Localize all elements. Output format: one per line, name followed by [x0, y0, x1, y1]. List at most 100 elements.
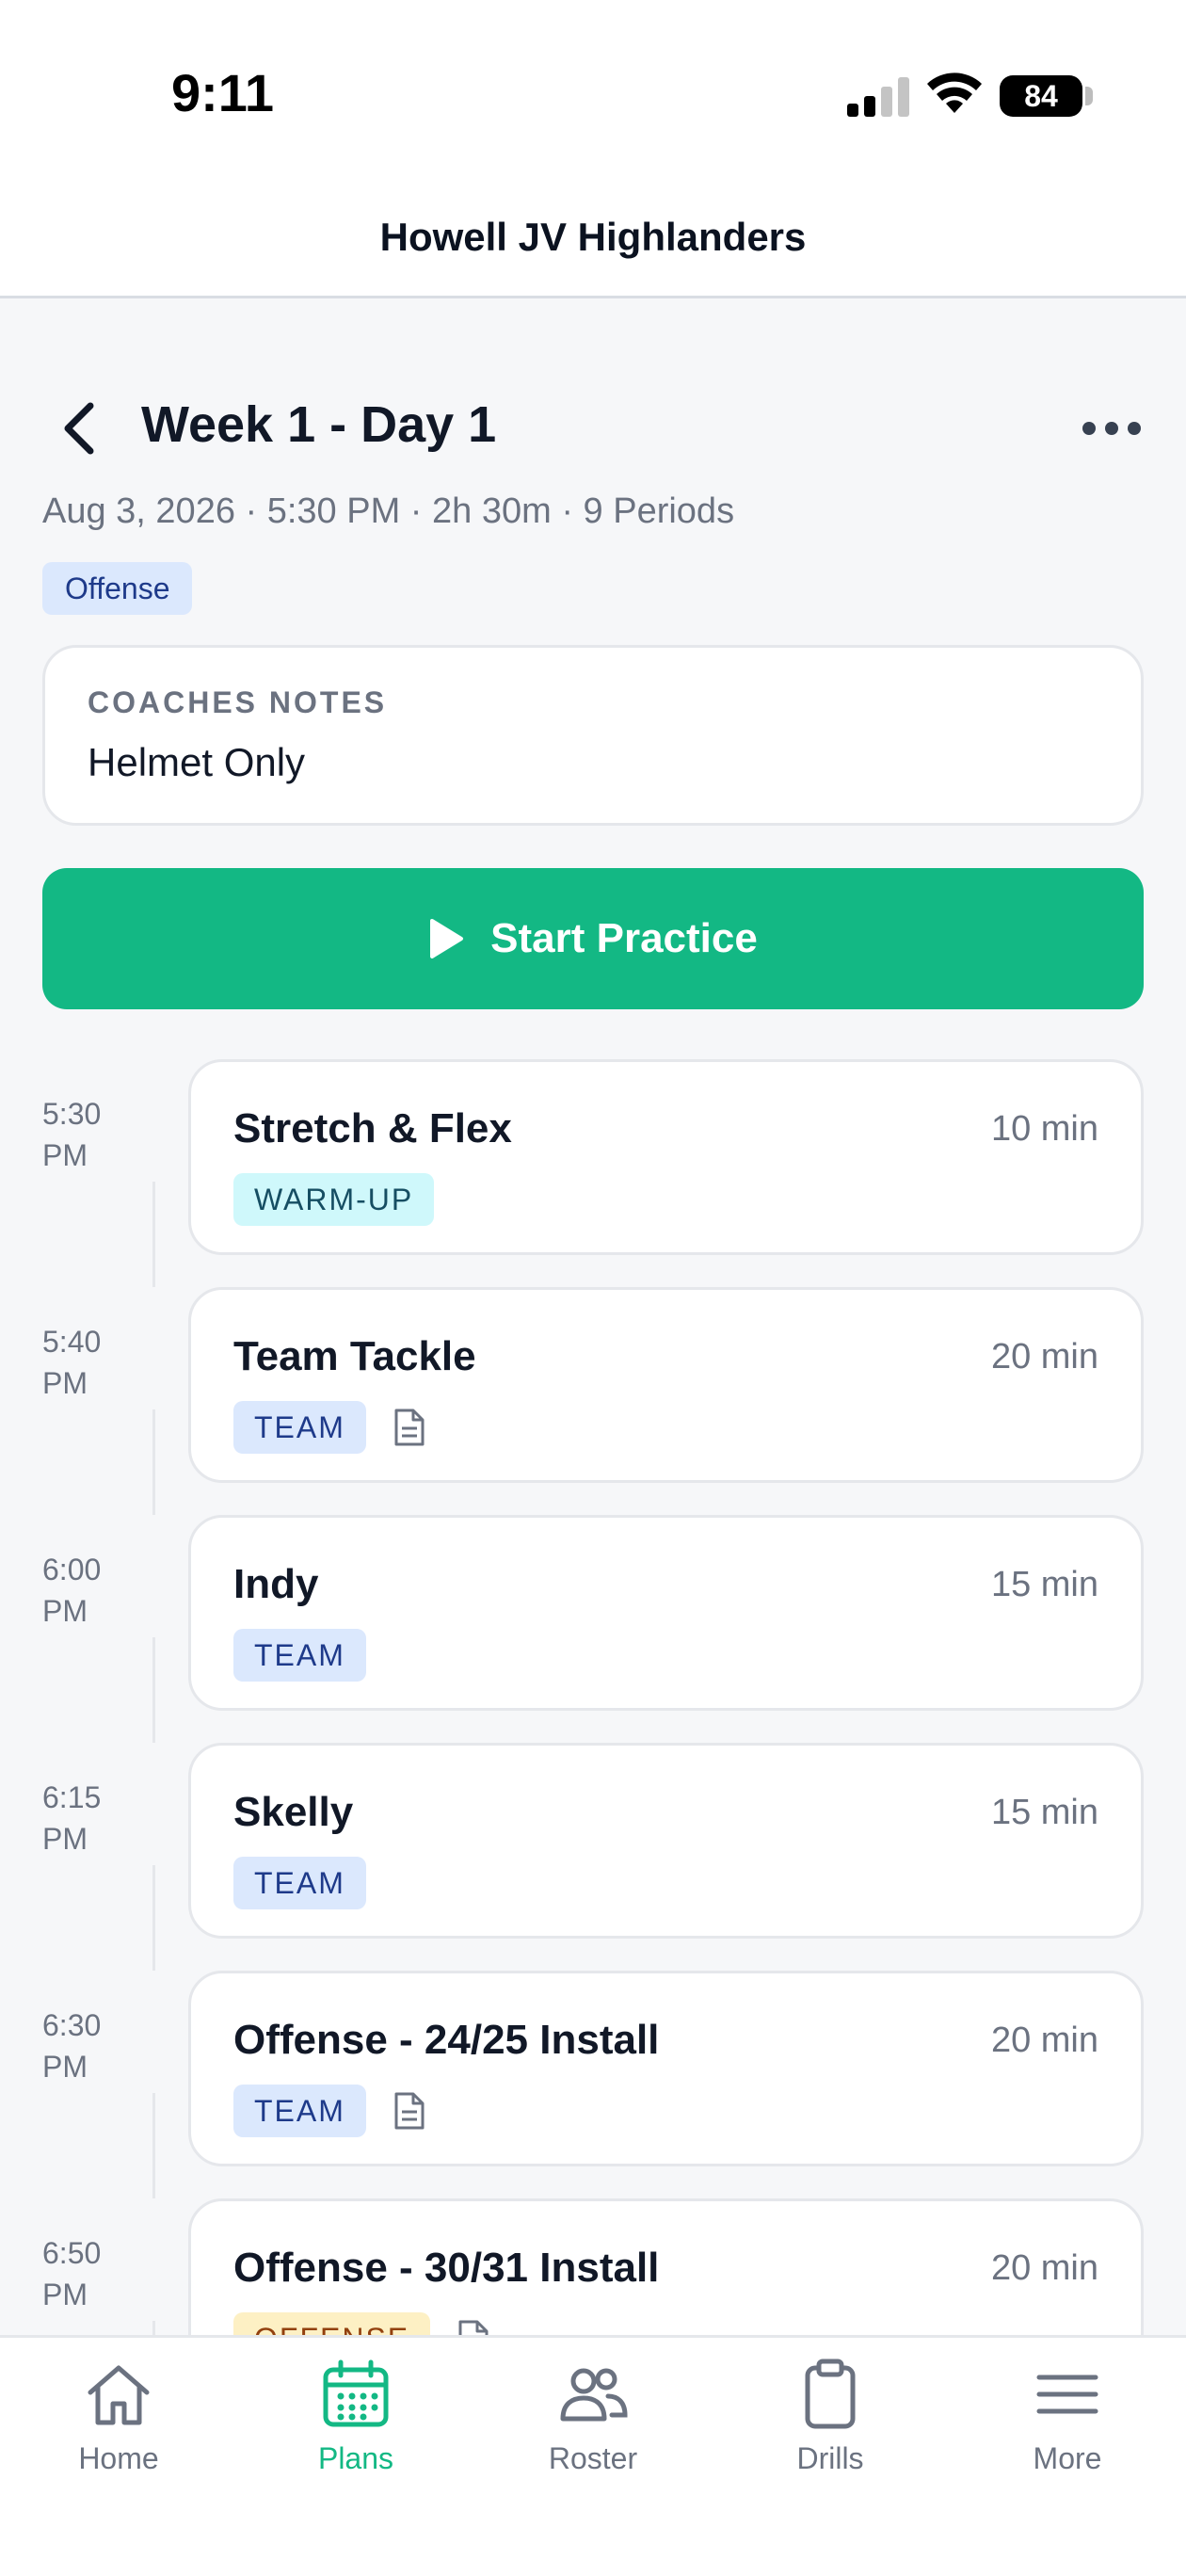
period-time-meridiem: PM [42, 2050, 88, 2084]
coaches-notes-card[interactable]: COACHES NOTES Helmet Only [42, 645, 1144, 826]
period-type-tag: WARM-UP [233, 1173, 435, 1226]
team-title: Howell JV Highlanders [379, 215, 807, 259]
period-tags: TEAM [233, 1401, 426, 1454]
status-time: 9:11 [171, 63, 274, 122]
page-title: Week 1 - Day 1 [141, 396, 497, 453]
period-duration: 10 min [990, 1109, 1098, 1149]
period-duration: 15 min [990, 1793, 1098, 1832]
period-time-value: 5:40 [42, 1325, 102, 1359]
nav-item-more[interactable]: More [978, 2357, 1157, 2498]
nav-item-plans[interactable]: Plans [266, 2357, 445, 2498]
period-time-meridiem: PM [42, 1594, 88, 1628]
period-time-meridiem: PM [42, 1822, 88, 1856]
period-time: 5:30 PM [42, 1093, 101, 1176]
document-icon [458, 2320, 489, 2335]
nav-item-roster[interactable]: Roster [504, 2357, 682, 2498]
people-icon [560, 2368, 628, 2422]
timeline-connector [152, 1409, 155, 1515]
start-practice-label: Start Practice [490, 915, 758, 961]
notes-text: Helmet Only [88, 740, 306, 784]
period-row: 6:15 PM Skelly 15 min TEAM [0, 1743, 1186, 1971]
calendar-icon [323, 2359, 389, 2427]
period-tags: WARM-UP [233, 1173, 435, 1226]
clipboard-icon [805, 2359, 856, 2429]
timeline-connector [152, 1182, 155, 1287]
period-type-tag: TEAM [233, 2085, 366, 2137]
period-duration: 20 min [990, 1337, 1098, 1377]
document-icon [394, 2092, 425, 2130]
practice-meta: Aug 3, 2026 · 5:30 PM · 2h 30m · 9 Perio… [42, 491, 735, 531]
timeline-connector [152, 2321, 155, 2335]
period-time: 6:00 PM [42, 1549, 101, 1632]
period-time-value: 6:15 [42, 1780, 102, 1814]
battery-level: 84 [1024, 78, 1058, 113]
nav-label: More [1033, 2441, 1102, 2475]
period-card[interactable]: Offense - 30/31 Install 20 min OFFENSE [188, 2198, 1144, 2335]
period-type-tag: TEAM [233, 1629, 366, 1682]
period-duration: 20 min [990, 2021, 1098, 2060]
period-name: Offense - 30/31 Install [233, 2245, 660, 2291]
document-icon [394, 1409, 425, 1446]
period-time-value: 6:50 [42, 2236, 102, 2270]
period-time: 6:50 PM [42, 2232, 101, 2315]
period-time: 6:15 PM [42, 1777, 101, 1860]
menu-icon [1036, 2375, 1098, 2414]
timeline-connector [152, 1637, 155, 1743]
nav-label: Drills [796, 2441, 864, 2475]
wifi-icon [927, 72, 982, 113]
nav-label: Roster [548, 2441, 638, 2475]
period-name: Offense - 24/25 Install [233, 2017, 660, 2063]
period-time: 6:30 PM [42, 2004, 101, 2087]
period-tags: TEAM [233, 2085, 426, 2137]
period-type-tag: TEAM [233, 1857, 366, 1909]
period-card[interactable]: Team Tackle 20 min TEAM [188, 1287, 1144, 1483]
period-row: 5:30 PM Stretch & Flex 10 min WARM-UP [0, 1059, 1186, 1287]
period-time-meridiem: PM [42, 1138, 88, 1172]
period-row: 6:00 PM Indy 15 min TEAM [0, 1515, 1186, 1743]
nav-item-drills[interactable]: Drills [741, 2357, 920, 2498]
status-bar: 9:11 84 [0, 0, 1186, 179]
timeline-connector [152, 2093, 155, 2198]
nav-label: Plans [317, 2441, 394, 2475]
play-icon [430, 919, 464, 958]
nav-label: Home [78, 2441, 159, 2475]
period-row: 5:40 PM Team Tackle 20 min TEAM [0, 1287, 1186, 1515]
period-time-meridiem: PM [42, 2278, 88, 2311]
nav-item-home[interactable]: Home [29, 2357, 208, 2498]
battery-cap [1085, 87, 1093, 105]
period-time-value: 6:00 [42, 1553, 102, 1586]
period-time-value: 6:30 [42, 2008, 102, 2042]
timeline-connector [152, 1865, 155, 1971]
practice-tag: Offense [42, 562, 193, 615]
period-timeline: 5:30 PM Stretch & Flex 10 min WARM-UP 5:40 PM T… [0, 1059, 1186, 2335]
period-tags: TEAM [233, 1629, 366, 1682]
start-practice-button[interactable]: Start Practice [42, 868, 1144, 1009]
battery-icon: 84 [1000, 75, 1082, 117]
period-card[interactable]: Skelly 15 min TEAM [188, 1743, 1144, 1939]
more-options-icon[interactable] [1081, 414, 1143, 443]
period-name: Indy [233, 1561, 319, 1607]
period-name: Skelly [233, 1789, 354, 1835]
home-icon [88, 2365, 150, 2425]
period-card[interactable]: Offense - 24/25 Install 20 min TEAM [188, 1971, 1144, 2166]
notes-label: COACHES NOTES [88, 685, 388, 719]
bottom-nav: Home Plans Roster Drills More [0, 2335, 1186, 2576]
period-row: 6:50 PM Offense - 30/31 Install 20 min OFFEN… [0, 2198, 1186, 2335]
back-chevron-icon[interactable] [56, 400, 104, 457]
period-time-value: 5:30 [42, 1097, 102, 1131]
period-time-meridiem: PM [42, 1366, 88, 1400]
cellular-signal-icon [847, 77, 909, 117]
period-row: 6:30 PM Offense - 24/25 Install 20 min TEAM [0, 1971, 1186, 2198]
period-duration: 15 min [990, 1565, 1098, 1604]
period-name: Stretch & Flex [233, 1105, 512, 1151]
period-time: 5:40 PM [42, 1321, 101, 1404]
app-header: Howell JV Highlanders [0, 179, 1186, 298]
period-tags: TEAM [233, 1857, 366, 1909]
period-duration: 20 min [990, 2248, 1098, 2288]
period-name: Team Tackle [233, 1333, 476, 1379]
period-type-tag: OFFENSE [233, 2312, 431, 2335]
period-card[interactable]: Stretch & Flex 10 min WARM-UP [188, 1059, 1144, 1255]
period-card[interactable]: Indy 15 min TEAM [188, 1515, 1144, 1711]
period-type-tag: TEAM [233, 1401, 366, 1454]
period-tags: OFFENSE [233, 2312, 490, 2335]
